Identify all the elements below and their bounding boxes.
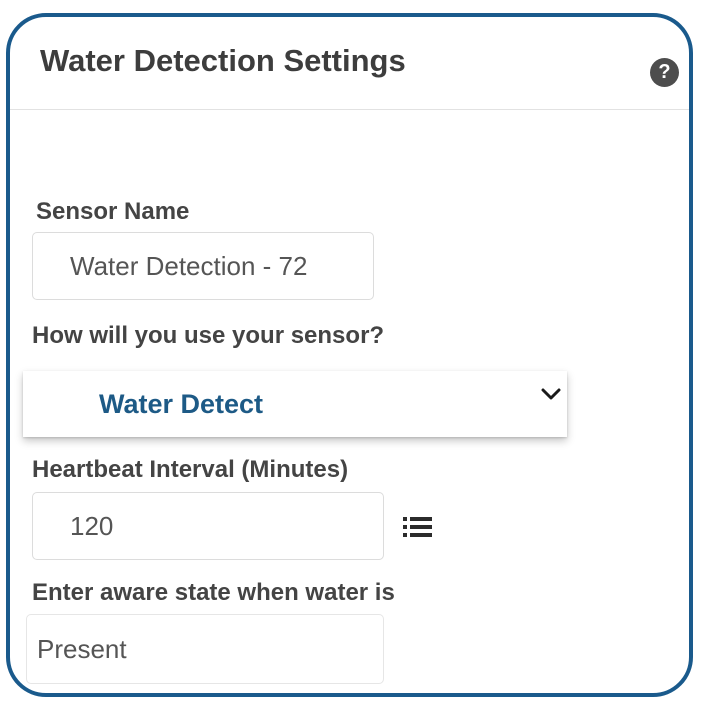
help-icon[interactable]: ? — [650, 58, 679, 87]
sensor-usage-label: How will you use your sensor? — [32, 322, 385, 349]
sensor-name-input[interactable] — [32, 232, 374, 300]
settings-panel: Water Detection Settings ? Sensor Name H… — [6, 13, 693, 697]
aware-state-label: Enter aware state when water is — [32, 579, 395, 606]
list-icon[interactable] — [403, 516, 433, 538]
heartbeat-interval-input[interactable] — [32, 492, 384, 560]
chevron-down-icon — [541, 388, 561, 400]
panel-header: Water Detection Settings ? — [10, 17, 689, 110]
sensor-name-label: Sensor Name — [36, 198, 190, 225]
sensor-usage-select[interactable]: Water Detect — [23, 371, 567, 437]
panel-title: Water Detection Settings — [40, 43, 406, 78]
aware-state-input[interactable] — [26, 614, 384, 684]
sensor-usage-selected-value: Water Detect — [99, 389, 264, 419]
heartbeat-interval-label: Heartbeat Interval (Minutes) — [32, 456, 349, 483]
